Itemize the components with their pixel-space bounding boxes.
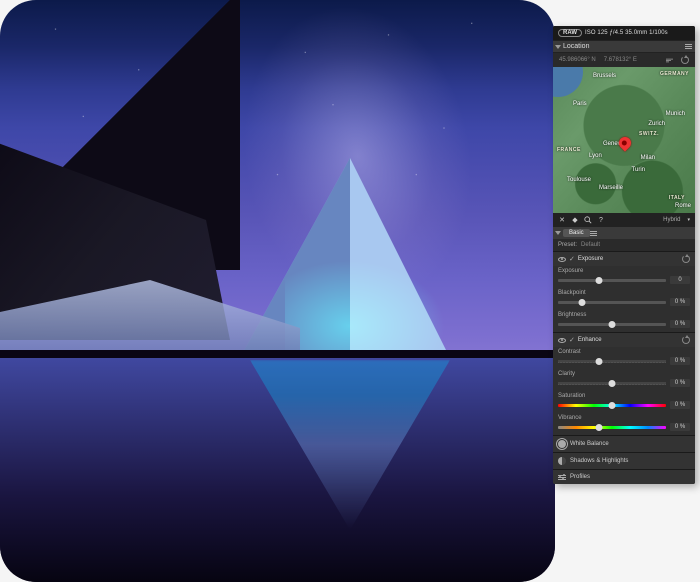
slider-knob[interactable] xyxy=(578,299,585,306)
coordinates-row: 45.986066° N 7.678132° E xyxy=(553,53,695,67)
reset-icon[interactable] xyxy=(682,336,690,344)
brightness-label: Brightness xyxy=(558,312,690,318)
sun-icon xyxy=(558,440,566,448)
location-title: Location xyxy=(563,43,685,50)
map-mode-select[interactable]: Hybrid xyxy=(663,217,680,223)
brightness-track[interactable] xyxy=(558,323,666,326)
map-city-milan: Milan xyxy=(641,155,655,161)
blackpoint-label: Blackpoint xyxy=(558,290,690,296)
exposure-value[interactable]: 0 xyxy=(670,276,690,284)
profiles-section[interactable]: Profiles xyxy=(553,469,695,484)
contrast-label: Contrast xyxy=(558,349,690,355)
profiles-label: Profiles xyxy=(570,474,690,480)
exposure-slider: Exposure 0 xyxy=(553,266,695,288)
saturation-value[interactable]: 0 % xyxy=(670,401,690,409)
brightness-value[interactable]: 0 % xyxy=(670,320,690,328)
clarity-value[interactable]: 0 % xyxy=(670,379,690,387)
longitude-value[interactable]: 7.678132° E xyxy=(604,57,637,63)
preset-value[interactable]: Default xyxy=(581,242,600,248)
map-city-turin: Turin xyxy=(632,167,645,173)
raw-badge: RAW xyxy=(558,29,582,37)
slider-knob[interactable] xyxy=(596,358,603,365)
enhance-group-label: Enhance xyxy=(578,337,679,343)
map-city-munich: Munich xyxy=(666,111,685,117)
brightness-slider: Brightness 0 % xyxy=(553,310,695,332)
map-city-zurich: Zurich xyxy=(648,121,665,127)
map-city-brussels: Brussels xyxy=(593,73,616,79)
contrast-value[interactable]: 0 % xyxy=(670,357,690,365)
tag-icon[interactable]: ◆ xyxy=(571,216,579,224)
filter-icon[interactable] xyxy=(666,58,673,62)
slider-knob[interactable] xyxy=(596,424,603,431)
map-pin-icon[interactable] xyxy=(617,135,634,152)
preset-label: Preset: xyxy=(558,242,577,248)
map-city-lyon: Lyon xyxy=(589,153,602,159)
map-toolbar: ✕ ◆ ? Hybrid ▾ xyxy=(553,213,695,227)
saturation-label: Saturation xyxy=(558,393,690,399)
map-country-switz: SWITZ. xyxy=(639,131,659,137)
vibrance-slider: Vibrance 0 % xyxy=(553,413,695,435)
blackpoint-slider: Blackpoint 0 % xyxy=(553,288,695,310)
location-section-header[interactable]: Location xyxy=(553,40,695,53)
latitude-value[interactable]: 45.986066° N xyxy=(559,57,596,63)
slider-knob[interactable] xyxy=(609,402,616,409)
exif-text: ISO 125 ƒ/4.5 35.0mm 1/100s xyxy=(585,30,668,36)
enhance-group-header[interactable]: ✓ Enhance xyxy=(553,332,695,347)
shadows-highlights-section[interactable]: Shadows & Highlights xyxy=(553,452,695,469)
exif-bar: RAW ISO 125 ƒ/4.5 35.0mm 1/100s xyxy=(553,26,695,40)
photo-canvas xyxy=(0,0,555,582)
tab-basic[interactable]: Basic xyxy=(563,229,590,237)
slider-knob[interactable] xyxy=(609,321,616,328)
slider-knob[interactable] xyxy=(609,380,616,387)
exposure-group-label: Exposure xyxy=(578,256,679,262)
clarity-slider: Clarity 0 % xyxy=(553,369,695,391)
half-circle-icon xyxy=(558,457,566,465)
vibrance-label: Vibrance xyxy=(558,415,690,421)
shuffle-icon[interactable]: ✕ xyxy=(558,216,566,224)
map-country-germany: GERMANY xyxy=(660,71,689,77)
map-city-marseille: Marseille xyxy=(599,185,623,191)
help-icon[interactable]: ? xyxy=(597,216,605,224)
shadows-highlights-label: Shadows & Highlights xyxy=(570,458,690,464)
map-city-paris: Paris xyxy=(573,101,587,107)
white-balance-label: White Balance xyxy=(570,441,690,447)
disclosure-triangle-icon[interactable] xyxy=(555,231,561,235)
basic-tab-row: Basic xyxy=(553,227,695,239)
vibrance-value[interactable]: 0 % xyxy=(670,423,690,431)
map-country-france: FRANCE xyxy=(557,147,581,153)
reset-icon[interactable] xyxy=(681,56,689,64)
preset-row: Preset: Default xyxy=(553,239,695,251)
exposure-track[interactable] xyxy=(558,279,666,282)
blackpoint-track[interactable] xyxy=(558,301,666,304)
search-icon[interactable] xyxy=(584,216,592,224)
disclosure-triangle-icon[interactable] xyxy=(555,45,561,49)
location-map[interactable]: Brussels GERMANY Paris Munich Zurich SWI… xyxy=(553,67,695,213)
exposure-group-header[interactable]: ✓ Exposure xyxy=(553,251,695,266)
contrast-slider: Contrast 0 % xyxy=(553,347,695,369)
sea-shape xyxy=(553,67,583,97)
inspector-panel: RAW ISO 125 ƒ/4.5 35.0mm 1/100s Location… xyxy=(553,26,695,484)
white-balance-section[interactable]: White Balance xyxy=(553,435,695,452)
slider-knob[interactable] xyxy=(596,277,603,284)
sliders-icon xyxy=(558,475,566,480)
hamburger-icon[interactable] xyxy=(590,231,597,236)
vibrance-track[interactable] xyxy=(558,426,666,429)
map-city-toulouse: Toulouse xyxy=(567,177,591,183)
hamburger-icon[interactable] xyxy=(685,44,692,49)
reset-icon[interactable] xyxy=(682,255,690,263)
check-icon[interactable]: ✓ xyxy=(569,336,575,344)
eye-icon[interactable] xyxy=(558,338,566,343)
clarity-track[interactable] xyxy=(558,382,666,385)
map-city-rome: Rome xyxy=(675,203,691,209)
contrast-track[interactable] xyxy=(558,360,666,363)
blackpoint-value[interactable]: 0 % xyxy=(670,298,690,306)
clarity-label: Clarity xyxy=(558,371,690,377)
check-icon[interactable]: ✓ xyxy=(569,255,575,263)
saturation-slider: Saturation 0 % xyxy=(553,391,695,413)
eye-icon[interactable] xyxy=(558,257,566,262)
saturation-track[interactable] xyxy=(558,404,666,407)
chevron-down-icon[interactable]: ▾ xyxy=(687,217,690,223)
exposure-label: Exposure xyxy=(558,268,690,274)
map-country-italy: ITALY xyxy=(669,195,685,201)
